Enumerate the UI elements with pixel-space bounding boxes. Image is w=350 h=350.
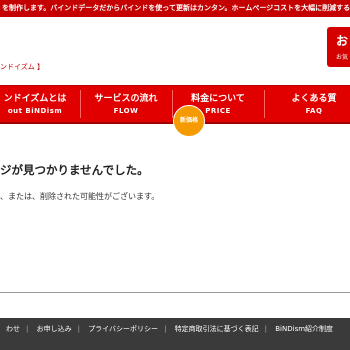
cta-sublabel: お気 [336, 54, 349, 61]
footer-link-contact[interactable]: わせ [0, 325, 26, 333]
error-message: 、または、削除された可能性がございます。 [0, 192, 160, 201]
nav-sublabel: out BiNDism [7, 107, 63, 115]
nav-item-about[interactable]: ンドイズムとは out BiNDism [0, 86, 80, 122]
breadcrumb[interactable]: ンドイズム 】 [0, 62, 44, 72]
nav-sublabel: FLOW [113, 107, 139, 115]
top-announcement-bar: を制作します。バインドデータだからバインドを使って更新はカンタン。ホームページコ… [0, 0, 350, 17]
footer-divider [0, 292, 350, 293]
nav-item-flow[interactable]: サービスの流れ FLOW [80, 86, 172, 122]
nav-label: 料金について [191, 94, 245, 104]
nav-label: ンドイズムとは [3, 94, 67, 104]
site-header [0, 17, 350, 85]
footer-link-referral[interactable]: BiNDism紹介制度 [269, 325, 339, 333]
footer-link-privacy[interactable]: プライバシーポリシー [82, 325, 164, 333]
nav-sublabel: FAQ [305, 107, 323, 115]
page-title: ジが見つかりませんでした。 [0, 163, 149, 177]
site-footer: わせ | お申し込み | プライバシーポリシー | 特定商取引法に基づく表記 | BiN… [0, 318, 350, 350]
nav-item-faq[interactable]: よくある質 FAQ [264, 86, 350, 122]
footer-link-legal[interactable]: 特定商取引法に基づく表記 [169, 325, 265, 333]
nav-label: よくある質 [291, 94, 337, 104]
footer-links: わせ | お申し込み | プライバシーポリシー | 特定商取引法に基づく表記 | BiN… [0, 324, 339, 334]
footer-link-apply[interactable]: お申し込み [31, 325, 78, 333]
announcement-text: を制作します。バインドデータだからバインドを使って更新はカンタン。ホームページコ… [2, 4, 350, 12]
nav-label: サービスの流れ [94, 94, 158, 104]
contact-cta-button[interactable]: お お気 [327, 27, 350, 67]
cta-label: お [336, 34, 349, 48]
new-price-badge: 新価格 [173, 105, 205, 137]
